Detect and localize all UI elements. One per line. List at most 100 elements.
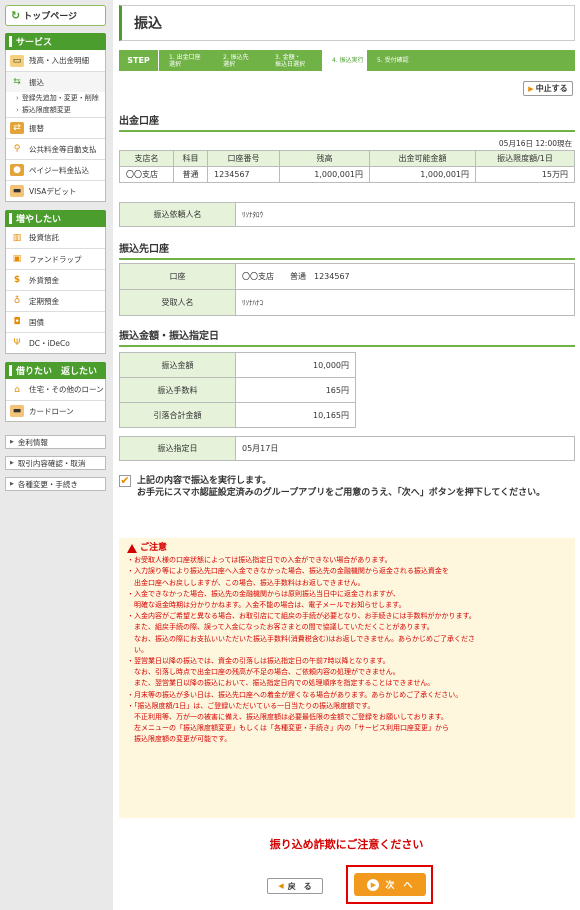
sidebar-item-time[interactable]: ♁ 定期預金 — [6, 290, 105, 311]
sidebar-item-label: VISAデビット — [29, 186, 77, 196]
sidebar-item-rates[interactable]: 金利情報 — [5, 435, 106, 449]
top-page-button[interactable]: ↻ トップページ — [5, 5, 106, 26]
sidebar-item-label: DC・iDeCo — [29, 338, 70, 348]
notice-line: 出金口座へお戻ししますが、この場合、振込手数料はお返しできません。 — [127, 578, 365, 587]
refresh-icon: ↻ — [11, 9, 21, 22]
sidebar-sub-register[interactable]: 登録先追加・変更・削除 — [6, 92, 105, 103]
next-label: 次 へ — [385, 881, 413, 891]
sidebar-item-transfer[interactable]: ⇆ 振込 — [6, 71, 105, 92]
sidebar-item-fundwrap[interactable]: ▣ ファンドラップ — [6, 248, 105, 269]
borrow-menu: ⌂ 住宅・その他のローン ▬ カードローン — [5, 379, 106, 422]
sidebar-item-loan[interactable]: ⌂ 住宅・その他のローン — [6, 379, 105, 400]
sidebar-item-label: ファンドラップ — [29, 254, 82, 264]
cell-number: 1234567 — [207, 166, 280, 183]
faucet-icon: ⚲ — [13, 144, 21, 154]
sidebar-item-label: 定期預金 — [29, 296, 59, 306]
notice-line: 左メニューの「振込限度額変更」もしくは「各種変更・手続き」内の「サービス利用口座… — [127, 724, 449, 733]
sidebar-item-label: 金利情報 — [17, 437, 48, 447]
cell-available: 1,000,001円 — [369, 166, 476, 183]
notice-line: また、組戻手続の際、誤って入金になったお客さまとの間で協議していただくことがあり… — [127, 623, 434, 632]
dest-account-label: 口座 — [119, 263, 236, 290]
transfer-date-table: 振込指定日 05月17日 — [119, 436, 575, 461]
card-icon: ▬ — [10, 185, 24, 197]
notice-line: ・入金内容がご希望と異なる場合、お取引店にて組戻の手続が必要となり、お手続きには… — [127, 612, 476, 621]
cell-balance: 1,000,001円 — [279, 166, 370, 183]
payeasy-icon: ● — [10, 164, 24, 176]
sidebar-item-label: カードローン — [29, 406, 74, 416]
services-menu: ▭ 残高・入出金明細 ⇆ 振込 登録先追加・変更・削除 振込限度額変更 ⇄ 振替 ⚲ 公… — [5, 50, 106, 202]
fraud-warning: 振り込め詐欺にご注意ください — [269, 838, 424, 851]
notice-line: 不正利用等、万が一の被害に備え、振込限度額は必要最低限の金額でご登録をお願いして… — [127, 713, 448, 722]
notice-line: ・「振込限度額/1日」は、ご登録いただいている一日当たりの振込限度額です。 — [127, 701, 375, 710]
confirm-line-2: お手元にスマホ認証設定済みのグループアプリをご用意のうえ、「次へ」ボタンを押下し… — [137, 488, 546, 498]
chart-icon: ▥ — [12, 232, 22, 243]
cell-type: 普通 — [173, 166, 208, 183]
notice-line: 振込限度額の変更が可能です。 — [127, 735, 232, 744]
total-label: 引落合計金額 — [119, 402, 236, 428]
transfer-date-label: 振込指定日 — [119, 436, 236, 461]
sidebar-item-history[interactable]: 取引内容確認・取消 — [5, 456, 106, 470]
sidebar-item-label: 国債 — [29, 317, 44, 327]
sidebar-sub-label: 登録先追加・変更・削除 — [21, 93, 99, 102]
loancard-icon: ▬ — [10, 405, 24, 417]
sidebar-item-dc[interactable]: Ψ DC・iDeCo — [6, 332, 105, 353]
house-icon: ⌂ — [14, 384, 20, 395]
transfer-icon: ⇆ — [13, 77, 21, 87]
sidebar-item-visa[interactable]: ▬ VISAデビット — [6, 180, 105, 201]
moneybag-icon: ♁ — [13, 296, 21, 306]
sidebar-item-furikae[interactable]: ⇄ 振替 — [6, 117, 105, 138]
top-page-label: トップページ — [23, 12, 78, 22]
notice-title-text: ご注意 — [140, 543, 168, 553]
amount-table: 振込金額 10,000円 振込手数料 165円 引落合計金額 10,165円 — [119, 352, 575, 428]
sidebar-item-bond[interactable]: ◘ 国債 — [6, 311, 105, 332]
amount-section-title: 振込金額・振込指定日 — [119, 327, 575, 347]
notice-line: また、翌営業日以降の振込において、振込指定日内での処理順序を指定することはできま… — [127, 679, 435, 688]
sidebar-sub-label: 振込限度額変更 — [21, 106, 71, 114]
recipient-label: 受取人名 — [119, 289, 236, 316]
fee-value: 165円 — [235, 377, 356, 403]
swap-icon: ⇄ — [10, 122, 24, 134]
grow-menu: ▥ 投資信託 ▣ ファンドラップ $ 外貨預金 ♁ 定期預金 ◘ 国債 Ψ DC・iDeCo — [5, 227, 106, 354]
chevron-right-icon: ▶ — [528, 84, 534, 93]
sidebar: ↻トップページ サービス ▭ 残高・入出金明細 ⇆ 振込 登録先追加・変更・削除 振… — [5, 5, 106, 491]
next-button[interactable]: ▶ 次 へ — [354, 873, 426, 896]
sidebar-item-fund[interactable]: ▥ 投資信託 — [6, 227, 105, 248]
cell-branch: 〇〇支店 — [119, 166, 174, 183]
sidebar-item-utility[interactable]: ⚲ 公共料金等自動支払 — [6, 138, 105, 159]
sidebar-item-foreign[interactable]: $ 外貨預金 — [6, 269, 105, 290]
back-button[interactable]: ◀ 戻 る — [267, 878, 323, 894]
requester-label: 振込依頼人名 — [119, 202, 236, 227]
fee-label: 振込手数料 — [119, 377, 236, 403]
sidebar-item-balance[interactable]: ▭ 残高・入出金明細 — [6, 50, 105, 71]
sidebar-item-settings[interactable]: 各種変更・手続き — [5, 477, 106, 491]
cell-limit: 15万円 — [475, 166, 575, 183]
step-indicator: STEP 1. 出金口座 選択 2. 振込先 選択 3. 金額・ 振込日選択 4… — [119, 50, 575, 71]
col-type: 科目 — [173, 150, 208, 167]
col-balance: 残高 — [279, 150, 370, 167]
sprout-icon: Ψ — [13, 338, 21, 348]
col-number: 口座番号 — [207, 150, 280, 167]
step-3: 3. 金額・ 振込日選択 — [275, 53, 306, 68]
sidebar-sub-limit[interactable]: 振込限度額変更 — [6, 103, 105, 117]
dollar-icon: $ — [13, 275, 21, 285]
sidebar-item-label: ペイジー料金払込 — [29, 165, 89, 175]
step-4-current: 4. 振込実行 — [322, 50, 367, 71]
sidebar-item-cardloan[interactable]: ▬ カードローン — [6, 400, 105, 421]
chevron-left-icon: ◀ — [278, 882, 284, 890]
step-1: 1. 出金口座 選択 — [169, 53, 201, 68]
confirm-checkbox[interactable]: ✔ — [119, 475, 131, 487]
notice-line: ・入金できなかった場合、振込先の金融機関からは原則振込当日中に返金されますが、 — [127, 589, 400, 598]
page-title: 振込 — [119, 5, 575, 41]
col-limit: 振込限度額/1日 — [475, 150, 575, 167]
notice-line: 明確な返金時期は分かりかねます。入金不能の場合は、電子メールでお知らせします。 — [127, 601, 406, 610]
requester-name: ﾘｿﾅﾀﾛｳ — [235, 202, 575, 227]
sidebar-item-payeasy[interactable]: ● ペイジー料金払込 — [6, 159, 105, 180]
notice-line: い。 — [127, 645, 148, 654]
wallet-icon: ▭ — [10, 54, 24, 67]
total-value: 10,165円 — [235, 402, 356, 428]
stop-button[interactable]: ▶ 中止する — [523, 81, 573, 96]
flag-icon: ◘ — [13, 317, 21, 327]
notice-title: ご注意 — [127, 543, 567, 554]
amount-value: 10,000円 — [235, 352, 356, 378]
notice-line: ・翌営業日以降の振込では、資金の引落しは振込指定日の午前7時以降となります。 — [127, 657, 390, 666]
